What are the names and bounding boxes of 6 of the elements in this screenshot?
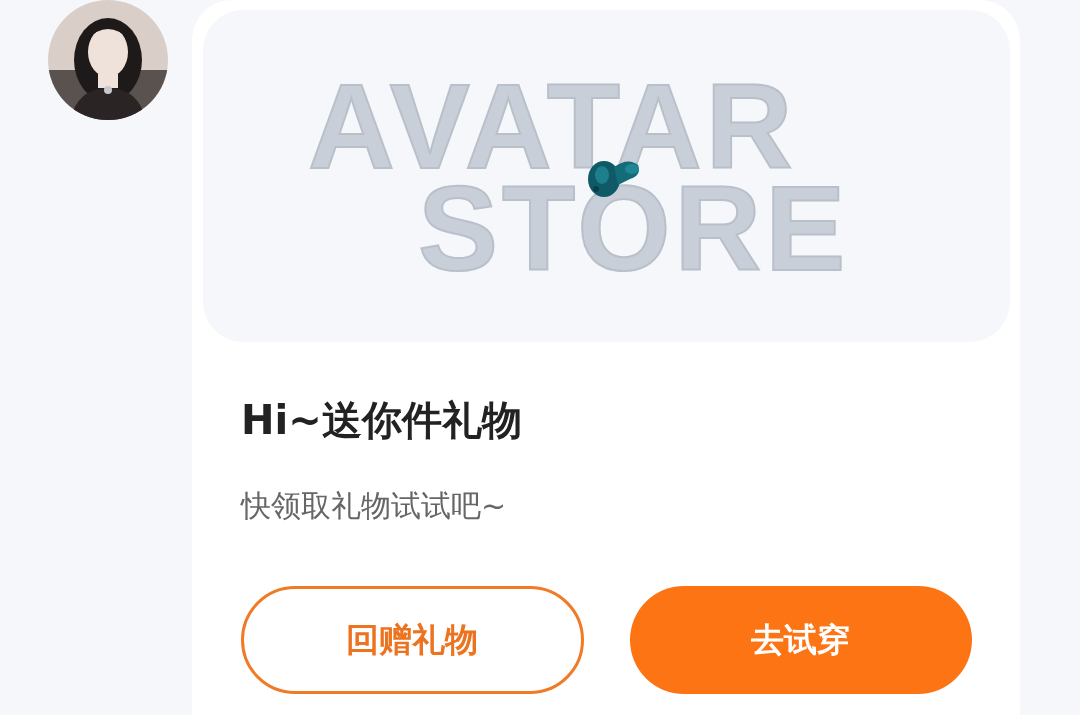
card-title: Hi~送你件礼物 (241, 396, 523, 444)
return-gift-button[interactable]: 回赠礼物 (241, 586, 584, 694)
banner-watermark: STORE (418, 180, 850, 276)
try-on-button[interactable]: 去试穿 (629, 586, 972, 694)
card-subtitle: 快领取礼物试试吧~ (241, 487, 508, 525)
banner-watermark: AVATAR (308, 78, 797, 174)
